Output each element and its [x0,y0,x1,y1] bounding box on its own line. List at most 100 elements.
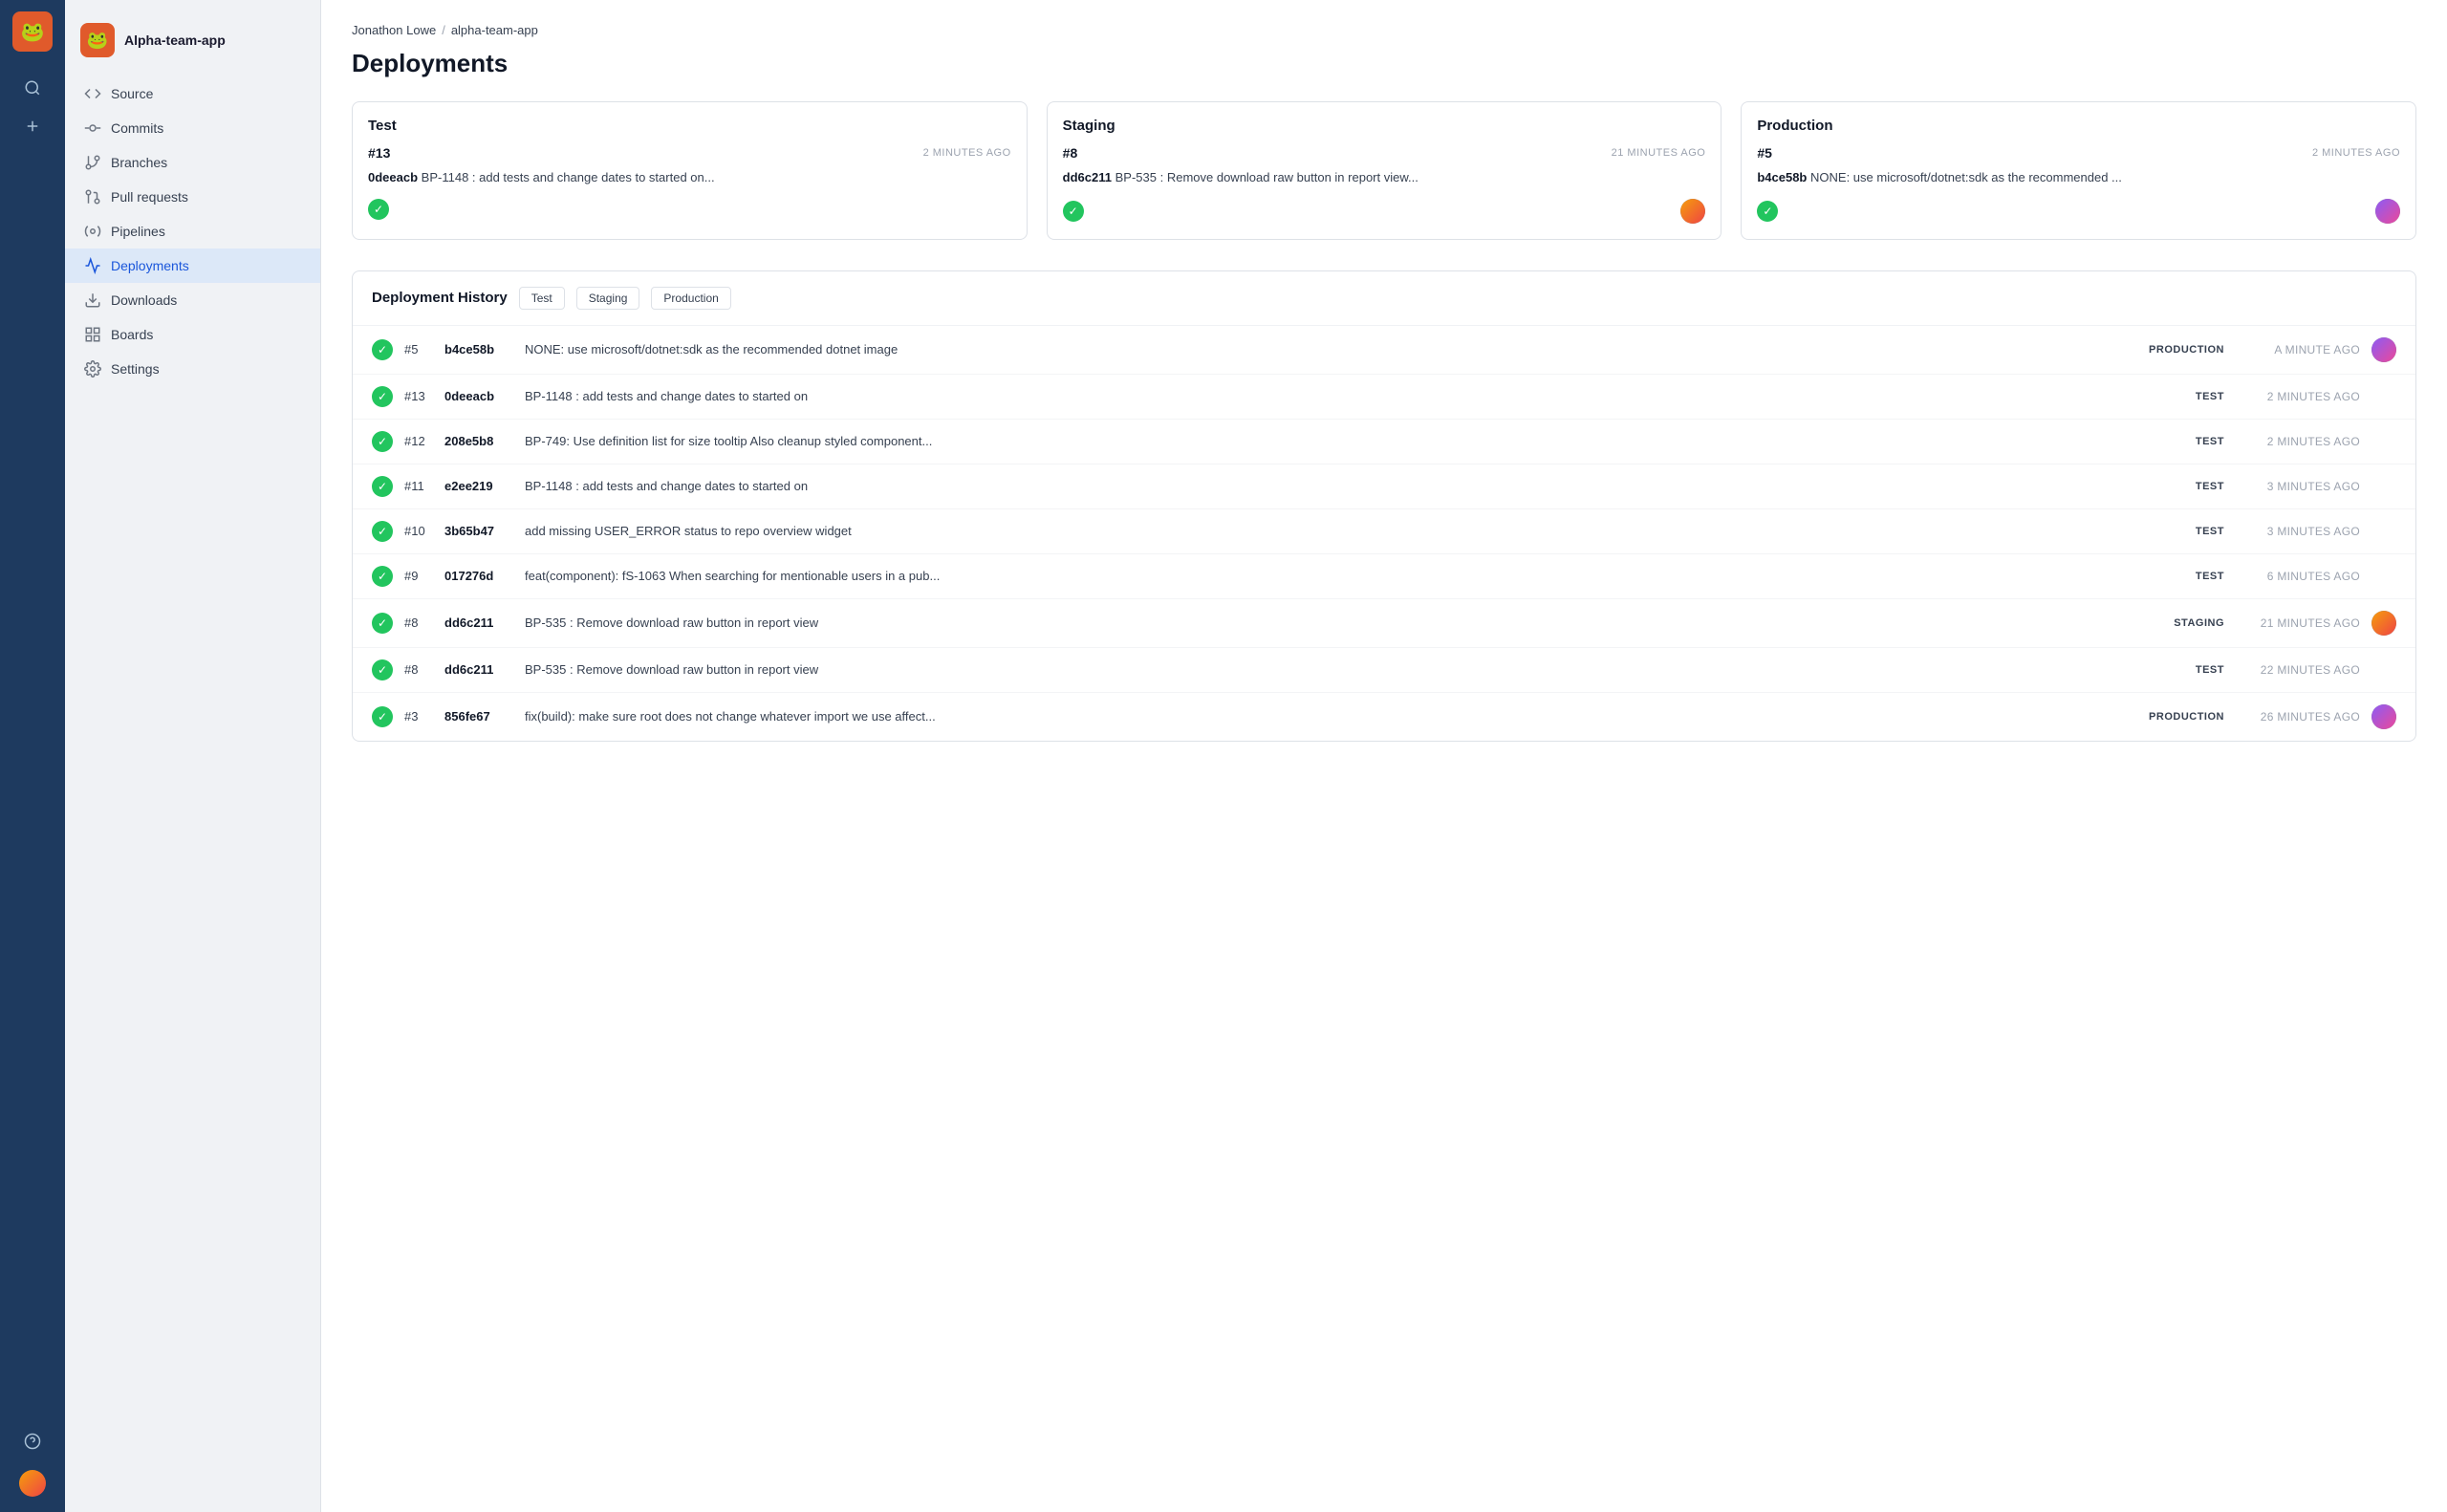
user-avatar-icon[interactable] [15,1466,50,1501]
history-avatar [2371,337,2396,362]
history-env-badge: TEST [2138,481,2224,492]
history-time: 3 MINUTES AGO [2236,525,2360,538]
history-check-icon: ✓ [372,386,393,407]
history-time: 26 MINUTES AGO [2236,710,2360,724]
test-build-num: #13 [368,145,390,161]
production-build-num: #5 [1757,145,1772,161]
sidebar-item-downloads[interactable]: Downloads [65,283,320,317]
commits-icon [84,119,101,137]
test-status-check: ✓ [368,199,389,220]
history-row[interactable]: ✓ #5 b4ce58b NONE: use microsoft/dotnet:… [353,326,2415,375]
history-env-badge: TEST [2138,526,2224,537]
history-message: NONE: use microsoft/dotnet:sdk as the re… [525,342,2127,356]
history-avatar [2371,611,2396,636]
history-hash: 017276d [444,569,513,583]
history-title: Deployment History [372,290,508,306]
app-logo[interactable]: 🐸 [12,11,53,52]
deployments-icon [84,257,101,274]
sidebar-item-pipelines[interactable]: Pipelines [65,214,320,248]
history-build-num: #10 [404,524,433,538]
history-check-icon: ✓ [372,431,393,452]
sidebar-item-settings[interactable]: Settings [65,352,320,386]
history-time: 22 MINUTES AGO [2236,663,2360,677]
history-env-badge: TEST [2138,571,2224,582]
sidebar-item-pull-requests[interactable]: Pull requests [65,180,320,214]
source-icon [84,85,101,102]
sidebar-label-pull-requests: Pull requests [111,189,188,205]
history-row[interactable]: ✓ #9 017276d feat(component): fS-1063 Wh… [353,554,2415,599]
staging-commit-msg: dd6c211 BP-535 : Remove download raw but… [1063,168,1706,187]
history-time: 2 MINUTES AGO [2236,390,2360,403]
filter-tab-production[interactable]: Production [651,287,730,310]
history-message: BP-1148 : add tests and change dates to … [525,389,2127,403]
history-hash: dd6c211 [444,662,513,677]
filter-tab-staging[interactable]: Staging [576,287,640,310]
staging-time: 21 MINUTES AGO [1612,147,1706,159]
history-row[interactable]: ✓ #8 dd6c211 BP-535 : Remove download ra… [353,599,2415,648]
sidebar-item-deployments[interactable]: Deployments [65,248,320,283]
history-row[interactable]: ✓ #3 856fe67 fix(build): make sure root … [353,693,2415,741]
history-check-icon: ✓ [372,521,393,542]
history-row[interactable]: ✓ #12 208e5b8 BP-749: Use definition lis… [353,420,2415,464]
history-rows: ✓ #5 b4ce58b NONE: use microsoft/dotnet:… [353,326,2415,741]
sidebar-item-branches[interactable]: Branches [65,145,320,180]
breadcrumb-repo[interactable]: alpha-team-app [451,23,538,37]
history-env-badge: PRODUCTION [2138,711,2224,723]
env-title-test: Test [368,118,1011,134]
production-status-check: ✓ [1757,201,1778,222]
history-check-icon: ✓ [372,566,393,587]
history-row[interactable]: ✓ #10 3b65b47 add missing USER_ERROR sta… [353,509,2415,554]
history-hash: 0deeacb [444,389,513,403]
pipelines-icon [84,223,101,240]
sidebar-label-source: Source [111,86,153,101]
branches-icon [84,154,101,171]
production-time: 2 MINUTES AGO [2312,147,2400,159]
sidebar-label-pipelines: Pipelines [111,224,165,239]
history-hash: dd6c211 [444,616,513,630]
help-icon[interactable] [15,1424,50,1458]
search-icon[interactable] [15,71,50,105]
sidebar-item-commits[interactable]: Commits [65,111,320,145]
sidebar-nav: Source Commits Branches Pull requests Pi… [65,76,320,386]
main-content: Jonathon Lowe / alpha-team-app Deploymen… [321,0,2447,1512]
sidebar-item-source[interactable]: Source [65,76,320,111]
breadcrumb-user[interactable]: Jonathon Lowe [352,23,436,37]
sidebar-label-downloads: Downloads [111,292,177,308]
breadcrumb-separator: / [442,23,445,37]
history-message: BP-1148 : add tests and change dates to … [525,479,2127,493]
repo-icon: 🐸 [80,23,115,57]
env-card-production: Production #5 2 MINUTES AGO b4ce58b NONE… [1741,101,2416,240]
add-icon[interactable] [15,109,50,143]
env-title-staging: Staging [1063,118,1706,134]
history-hash: 856fe67 [444,709,513,724]
history-check-icon: ✓ [372,659,393,680]
test-commit-msg: 0deeacb BP-1148 : add tests and change d… [368,168,1011,187]
history-row[interactable]: ✓ #11 e2ee219 BP-1148 : add tests and ch… [353,464,2415,509]
repo-header: 🐸 Alpha-team-app [65,15,320,76]
staging-avatar [1680,199,1705,224]
env-card-staging: Staging #8 21 MINUTES AGO dd6c211 BP-535… [1047,101,1722,240]
sidebar: 🐸 Alpha-team-app Source Commits Branches… [65,0,321,1512]
filter-tab-test[interactable]: Test [519,287,565,310]
production-avatar [2375,199,2400,224]
history-row[interactable]: ✓ #8 dd6c211 BP-535 : Remove download ra… [353,648,2415,693]
history-build-num: #11 [404,479,433,493]
history-avatar [2371,704,2396,729]
history-time: A MINUTE AGO [2236,343,2360,356]
history-time: 2 MINUTES AGO [2236,435,2360,448]
history-hash: 208e5b8 [444,434,513,448]
sidebar-item-boards[interactable]: Boards [65,317,320,352]
sidebar-label-settings: Settings [111,361,160,377]
env-title-production: Production [1757,118,2400,134]
deployment-history: Deployment History Test Staging Producti… [352,270,2416,742]
settings-icon [84,360,101,378]
downloads-icon [84,292,101,309]
history-row[interactable]: ✓ #13 0deeacb BP-1148 : add tests and ch… [353,375,2415,420]
history-env-badge: TEST [2138,664,2224,676]
history-message: BP-535 : Remove download raw button in r… [525,616,2127,630]
history-time: 6 MINUTES AGO [2236,570,2360,583]
history-check-icon: ✓ [372,476,393,497]
history-build-num: #9 [404,569,433,583]
history-hash: e2ee219 [444,479,513,493]
history-env-badge: PRODUCTION [2138,344,2224,356]
